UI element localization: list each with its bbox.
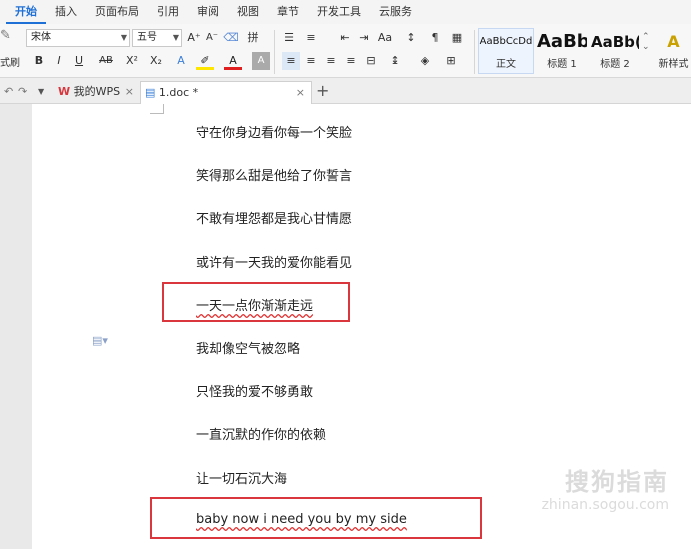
font-size-select[interactable]: 五号 ▼: [132, 29, 182, 47]
table-icon[interactable]: ▦: [448, 29, 466, 47]
align-left-icon[interactable]: ≡: [282, 52, 300, 70]
char-shading-icon[interactable]: A: [252, 52, 270, 70]
style-preview: AaBbCcDd: [479, 36, 533, 47]
clear-format-icon[interactable]: ⌫: [222, 29, 240, 47]
shrink-font-button[interactable]: A⁻: [203, 29, 221, 47]
new-tab-button[interactable]: +: [316, 81, 329, 104]
bullets-icon[interactable]: ☰: [280, 29, 298, 47]
tab-page-layout[interactable]: 页面布局: [86, 0, 148, 24]
tab-document[interactable]: ▤ 1.doc * ×: [140, 81, 312, 104]
increase-indent-icon[interactable]: ⇥: [355, 29, 373, 47]
document-line[interactable]: 或许有一天我的爱你能看见: [196, 252, 352, 271]
bold-button[interactable]: B: [30, 52, 48, 70]
style-preview: AaBb: [537, 31, 587, 52]
gallery-scroll-icon[interactable]: ⌃ ⌄: [642, 32, 650, 52]
align-right-icon[interactable]: ≡: [322, 52, 340, 70]
underline-button[interactable]: U: [70, 52, 88, 70]
watermark-url: zhinan.sogou.com: [541, 497, 669, 513]
italic-button[interactable]: I: [50, 52, 68, 70]
style-new[interactable]: A 新样式: [656, 28, 691, 74]
doc-file-icon: ▤: [145, 86, 156, 99]
watermark: 搜狗指南 zhinan.sogou.com: [542, 462, 669, 513]
watermark-logo: 搜狗指南: [565, 468, 669, 496]
style-name: 标题 1: [547, 59, 577, 70]
style-name: 新样式: [658, 59, 689, 70]
style-preview: AaBb(: [591, 33, 639, 51]
align-center-icon[interactable]: ≡: [302, 52, 320, 70]
divider: [274, 30, 275, 74]
distributed-icon[interactable]: ⊟: [362, 52, 380, 70]
show-marks-icon[interactable]: ¶: [426, 29, 444, 47]
font-name-value: 宋体: [31, 32, 51, 43]
font-size-value: 五号: [137, 32, 157, 43]
tab-my-wps[interactable]: W 我的WPS ×: [54, 81, 138, 104]
line-spacing-icon[interactable]: ↨: [386, 52, 404, 70]
borders-icon[interactable]: ⊞: [442, 52, 460, 70]
style-heading-2[interactable]: AaBb( 标题 2: [590, 28, 640, 74]
highlight-box: [162, 282, 350, 322]
divider: [474, 30, 475, 74]
document-line[interactable]: 只怪我的爱不够勇敢: [196, 381, 313, 400]
document-line[interactable]: 笑得那么甜是他给了你誓言: [196, 165, 352, 184]
tab-cloud-service[interactable]: 云服务: [370, 0, 421, 24]
document-tab-bar: ↶ ↷ ▼ W 我的WPS × ▤ 1.doc * × +: [0, 78, 691, 104]
document-line[interactable]: 我却像空气被忽略: [196, 338, 300, 357]
style-heading-1[interactable]: AaBb 标题 1: [536, 28, 588, 74]
style-preview: A: [667, 32, 680, 51]
redo-icon[interactable]: ↷: [18, 81, 27, 104]
text-effect-icon[interactable]: A: [172, 52, 190, 70]
font-name-select[interactable]: 宋体 ▼: [26, 29, 130, 47]
paragraph-marker-icon[interactable]: ▤▾: [92, 334, 108, 347]
style-normal[interactable]: AaBbCcDd 正文: [478, 28, 534, 74]
margin-corner-mark: [150, 104, 164, 114]
ribbon-toolbar: ✎ 式刷 宋体 ▼ 五号 ▼ A⁺ A⁻ ⌫ 拼 ☰ ≡ ⇤ ⇥ Aa ↕ ¶ …: [0, 24, 691, 78]
tab-label: 1.doc *: [158, 86, 199, 99]
document-line[interactable]: 守在你身边看你每一个笑脸: [196, 122, 352, 141]
format-painter-label: 式刷: [0, 58, 20, 69]
ribbon-tab-bar: 开始 插入 页面布局 引用 审阅 视图 章节 开发工具 云服务: [0, 0, 691, 24]
document-line[interactable]: 不敢有埋怨都是我心甘情愿: [196, 208, 352, 227]
tab-developer[interactable]: 开发工具: [308, 0, 370, 24]
tab-insert[interactable]: 插入: [46, 0, 86, 24]
subscript-button[interactable]: X₂: [146, 52, 166, 70]
tab-references[interactable]: 引用: [148, 0, 188, 24]
highlight-box: [150, 497, 482, 539]
tab-chapter[interactable]: 章节: [268, 0, 308, 24]
document-line[interactable]: 让一切石沉大海: [196, 468, 287, 487]
tab-view[interactable]: 视图: [228, 0, 268, 24]
superscript-button[interactable]: X²: [122, 52, 142, 70]
highlight-color-icon[interactable]: ✐: [196, 52, 214, 70]
undo-icon[interactable]: ↶: [4, 81, 13, 104]
numbering-icon[interactable]: ≡: [302, 29, 320, 47]
grow-font-button[interactable]: A⁺: [185, 29, 203, 47]
strikethrough-button[interactable]: AB: [94, 52, 118, 70]
wps-logo-icon: W: [58, 85, 71, 98]
style-name: 标题 2: [600, 59, 630, 70]
pinyin-guide-icon[interactable]: 拼: [244, 29, 262, 47]
tab-review[interactable]: 审阅: [188, 0, 228, 24]
close-icon[interactable]: ×: [125, 81, 134, 103]
shading-icon[interactable]: ◈: [416, 52, 434, 70]
font-color-icon[interactable]: A: [224, 52, 242, 70]
style-name: 正文: [496, 59, 516, 70]
chevron-down-icon: ▼: [120, 33, 127, 42]
change-case-button[interactable]: Aa: [376, 29, 394, 47]
document-line[interactable]: 一直沉默的作你的依赖: [196, 424, 326, 443]
tab-label: 我的WPS: [73, 85, 121, 98]
justify-icon[interactable]: ≡: [342, 52, 360, 70]
close-icon[interactable]: ×: [296, 82, 305, 104]
chevron-down-icon: ▼: [172, 33, 179, 42]
decrease-indent-icon[interactable]: ⇤: [336, 29, 354, 47]
tab-home[interactable]: 开始: [6, 0, 46, 24]
brush-icon[interactable]: ✎: [0, 28, 11, 43]
sort-icon[interactable]: ↕: [402, 29, 420, 47]
chevron-down-icon[interactable]: ▼: [38, 81, 44, 104]
